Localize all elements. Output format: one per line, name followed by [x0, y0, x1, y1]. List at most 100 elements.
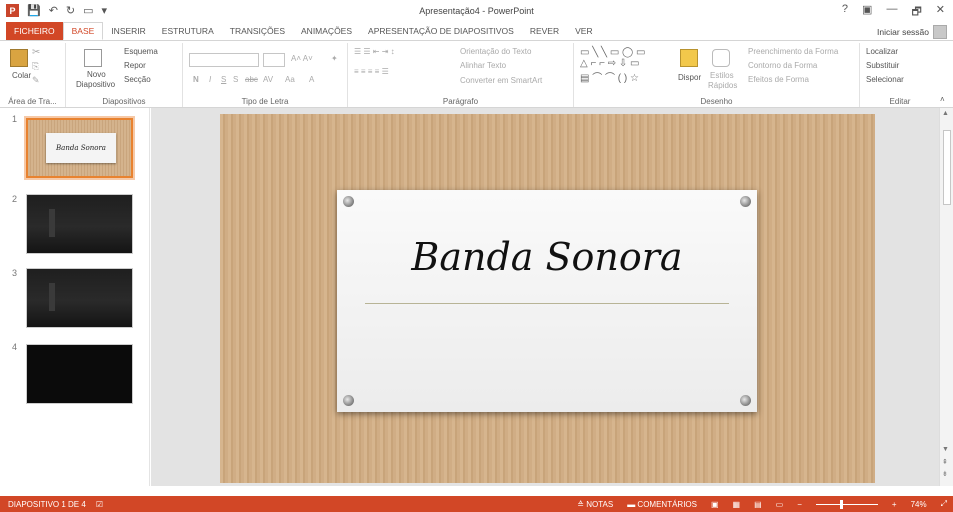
shape-outline-button[interactable]: Contorno da Forma	[748, 61, 817, 70]
title-underline	[365, 303, 729, 304]
tab-transitions[interactable]: TRANSIÇÕES	[222, 22, 293, 40]
rivet-icon	[740, 395, 751, 406]
zoom-level[interactable]: 74%	[911, 500, 927, 509]
minimize-button[interactable]: —	[886, 3, 897, 22]
tab-slideshow[interactable]: APRESENTAÇÃO DE DIAPOSITIVOS	[360, 22, 522, 40]
sign-in[interactable]: Iniciar sessão	[877, 25, 947, 39]
notes-button[interactable]: ≙ NOTAS	[577, 500, 613, 509]
underline-button[interactable]: S	[221, 75, 226, 84]
vertical-scrollbar[interactable]: ▲ ▼ ⇞ ⇟	[939, 108, 953, 486]
font-label: Tipo de Letra	[241, 97, 289, 106]
select-button[interactable]: Selecionar	[866, 75, 904, 84]
font-color-button[interactable]: A	[309, 75, 314, 84]
comments-button[interactable]: ▬ COMENTÁRIOS	[627, 500, 697, 509]
rivet-icon	[343, 395, 354, 406]
font-size-field[interactable]	[263, 53, 285, 67]
quick-styles-label-2[interactable]: Rápidos	[708, 81, 737, 90]
slide-thumbnail-2[interactable]	[26, 194, 133, 254]
sign-in-label[interactable]: Iniciar sessão	[877, 27, 929, 37]
quick-styles-label-1[interactable]: Estilos	[710, 71, 734, 80]
thumbnail-title-card: Banda Sonora	[46, 133, 116, 163]
slide-thumbnail-pane: 1 Banda Sonora 2 3 4	[0, 108, 150, 486]
new-slide-label-2[interactable]: Diapositivo	[76, 80, 115, 89]
char-spacing-button[interactable]: AV	[263, 75, 273, 84]
slide-thumbnail-1[interactable]: Banda Sonora	[24, 116, 135, 180]
collapse-ribbon-icon[interactable]: ˄	[940, 95, 945, 104]
tab-home[interactable]: BASE	[62, 22, 104, 40]
ribbon-display-icon[interactable]: ▣	[862, 3, 872, 22]
align-icons[interactable]: ≡ ≡ ≡ ≡ ☰	[354, 67, 389, 76]
scroll-down-icon[interactable]: ▼	[942, 446, 949, 453]
zoom-out-icon[interactable]: −	[797, 500, 802, 509]
tab-file[interactable]: FICHEIRO	[6, 22, 63, 40]
italic-button[interactable]: I	[209, 75, 211, 84]
arrange-icon[interactable]	[680, 49, 698, 67]
shadow-button[interactable]: S	[233, 75, 238, 84]
tab-animations[interactable]: ANIMAÇÕES	[293, 22, 360, 40]
restore-button[interactable]: 🗗	[911, 3, 921, 22]
editing-group: Localizar Substituir Selecionar Editar	[860, 43, 940, 107]
current-slide[interactable]: Banda Sonora	[220, 114, 875, 483]
window-title: Apresentação4 - PowerPoint	[419, 6, 534, 16]
section-button[interactable]: Secção	[124, 75, 151, 84]
clear-format-icon[interactable]: ✦	[331, 54, 338, 63]
tab-insert[interactable]: INSERIR	[103, 22, 153, 40]
comments-label[interactable]: COMENTÁRIOS	[637, 500, 697, 509]
copy-icon[interactable]: ⎘	[32, 61, 39, 72]
shape-fill-button[interactable]: Preenchimento da Forma	[748, 47, 838, 56]
tab-view[interactable]: VER	[567, 22, 600, 40]
scroll-thumb[interactable]	[943, 130, 951, 205]
slide-thumbnail-4[interactable]	[26, 344, 133, 404]
layout-button[interactable]: Esquema	[124, 47, 158, 56]
close-button[interactable]: ✕	[936, 3, 945, 22]
shape-effects-button[interactable]: Efeitos de Forma	[748, 75, 809, 84]
normal-view-icon[interactable]: ▣	[711, 500, 719, 509]
tab-design[interactable]: ESTRUTURA	[154, 22, 222, 40]
notes-label[interactable]: NOTAS	[586, 500, 613, 509]
tab-review[interactable]: REVER	[522, 22, 567, 40]
zoom-in-icon[interactable]: +	[892, 500, 897, 509]
slides-label: Diapositivos	[102, 97, 146, 106]
scroll-up-icon[interactable]: ▲	[942, 110, 949, 117]
format-painter-icon[interactable]: ✎	[32, 75, 40, 86]
find-button[interactable]: Localizar	[866, 47, 898, 56]
grow-font-icon[interactable]: A˄ A˅	[291, 54, 313, 63]
thumbnail-number: 1	[12, 114, 18, 124]
align-text-button[interactable]: Alinhar Texto	[460, 61, 506, 70]
fit-to-window-icon[interactable]: ⤢	[941, 499, 947, 509]
paragraph-group: ☰ ☰ ⇤ ⇥ ↕ ≡ ≡ ≡ ≡ ☰ Orientação do Texto …	[348, 43, 574, 107]
title-bar: P 💾 ↶ ↻ ▭ ▾ Apresentação4 - PowerPoint ?…	[0, 0, 953, 22]
help-icon[interactable]: ?	[842, 3, 848, 22]
next-slide-icon[interactable]: ⇟	[942, 470, 948, 478]
replace-button[interactable]: Substituir	[866, 61, 899, 70]
paste-icon[interactable]	[10, 49, 28, 67]
arrange-button[interactable]: Dispor	[678, 73, 701, 82]
convert-smartart-button[interactable]: Converter em SmartArt	[460, 76, 542, 85]
reset-button[interactable]: Repor	[124, 61, 146, 70]
bold-button[interactable]: N	[193, 75, 199, 84]
new-slide-label-1[interactable]: Novo	[87, 70, 106, 79]
text-direction-button[interactable]: Orientação do Texto	[460, 47, 531, 56]
zoom-slider[interactable]	[815, 499, 878, 509]
slide-thumbnail-3[interactable]	[26, 268, 133, 328]
spell-check-icon[interactable]: ☑	[96, 500, 103, 509]
strikethrough-button[interactable]: abc	[245, 75, 258, 84]
slide-title[interactable]: Banda Sonora	[337, 235, 757, 279]
new-slide-icon[interactable]	[84, 49, 102, 67]
quick-styles-icon[interactable]	[712, 49, 730, 67]
slideshow-view-icon[interactable]: ▭	[776, 500, 784, 509]
zoom-slider-knob[interactable]	[839, 499, 843, 509]
paste-button[interactable]: Colar	[12, 71, 31, 80]
slides-group: Novo Diapositivo Esquema Repor Secção Di…	[66, 43, 183, 107]
shapes-gallery[interactable]: ▭ ╲ ╲ ▭ ◯ ▭ △ ⌐ ⌐ ⇨ ⇩ ▭ ▤ ⌒ ⌒ ( ) ☆	[580, 47, 645, 84]
previous-slide-icon[interactable]: ⇞	[942, 458, 948, 466]
cut-icon[interactable]: ✂	[32, 47, 40, 58]
bullets-icon[interactable]: ☰ ☰ ⇤ ⇥ ↕	[354, 47, 395, 56]
slide-sorter-icon[interactable]: ▦	[733, 500, 741, 509]
change-case-button[interactable]: Aa	[285, 75, 295, 84]
figure-silhouette	[49, 283, 55, 311]
editing-label: Editar	[889, 97, 911, 106]
reading-view-icon[interactable]: ▤	[754, 500, 762, 509]
avatar[interactable]	[933, 25, 947, 39]
font-name-field[interactable]	[189, 53, 259, 67]
